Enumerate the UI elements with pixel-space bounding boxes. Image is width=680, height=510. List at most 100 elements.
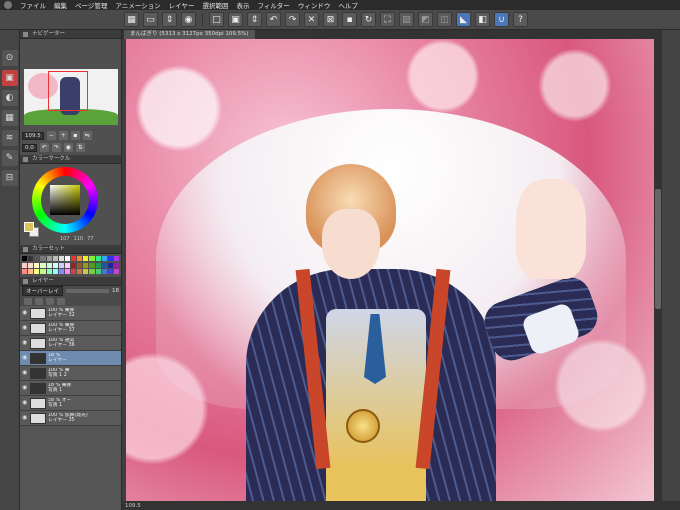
brush-tool-icon[interactable]: ✎	[1, 150, 18, 166]
opacity-slider[interactable]	[65, 289, 109, 293]
document-tab[interactable]: まんばぎり (5313 x 3127px 350dpi 109.5%)	[124, 30, 255, 39]
color-swatch[interactable]	[71, 256, 77, 261]
rotate-icon[interactable]: ↻	[361, 12, 376, 27]
mask-icon[interactable]	[57, 297, 65, 305]
layer-row[interactable]: ◉ 100 % 乗算 レイヤー 32	[20, 306, 121, 321]
zoom-value[interactable]: 109.5	[22, 131, 44, 140]
color-swatch[interactable]	[58, 269, 64, 275]
redo-icon[interactable]: ↷	[285, 12, 300, 27]
color-swatch[interactable]	[46, 256, 52, 261]
view-frame[interactable]	[48, 71, 88, 111]
swap-icon[interactable]: ⇕	[247, 12, 262, 27]
color-swatch[interactable]	[28, 269, 34, 275]
clip-icon[interactable]	[24, 297, 32, 305]
menu-filter[interactable]: フィルター	[257, 0, 289, 10]
menu-help[interactable]: ヘルプ	[338, 0, 358, 10]
color-swatch[interactable]	[101, 262, 107, 268]
color-swatch[interactable]	[40, 269, 46, 275]
artwork-canvas[interactable]	[126, 39, 654, 501]
menu-window[interactable]: ウィンドウ	[298, 0, 331, 10]
color-swatch[interactable]	[107, 269, 113, 275]
status-zoom[interactable]: 109.5	[125, 503, 141, 509]
color-swatch[interactable]	[22, 269, 28, 275]
foreground-color-swatch[interactable]	[24, 222, 34, 232]
layer-tool-icon[interactable]: ▦	[1, 110, 18, 126]
flip-v-icon[interactable]: ⇅	[75, 143, 85, 152]
canvas-icon[interactable]: □	[209, 12, 224, 27]
scrollbar-thumb[interactable]	[655, 189, 661, 309]
color-swatch[interactable]	[46, 262, 52, 268]
zoom-in-icon[interactable]: +	[58, 131, 68, 140]
color-swatch[interactable]	[83, 269, 89, 275]
color-swatch[interactable]	[58, 262, 64, 268]
color-swatch[interactable]	[34, 256, 40, 261]
color-swatch[interactable]	[22, 262, 28, 268]
selection-icon[interactable]: ◫	[437, 12, 452, 27]
eye-icon[interactable]: ◉	[22, 310, 28, 316]
color-swatch[interactable]	[83, 256, 89, 261]
color-swatch[interactable]	[34, 262, 40, 268]
brightness-value[interactable]: 77	[87, 236, 93, 242]
saturation-square[interactable]	[50, 185, 80, 215]
zoom-out-icon[interactable]: −	[46, 131, 56, 140]
flip-h-icon[interactable]: ⇋	[82, 131, 92, 140]
app-icon[interactable]	[4, 1, 12, 9]
eye-icon[interactable]: ◉	[22, 325, 28, 331]
magnet-icon[interactable]: ∪	[494, 12, 509, 27]
color-swatch[interactable]	[95, 262, 101, 268]
color-swatch[interactable]	[46, 269, 52, 275]
reset-rotate-icon[interactable]: ◉	[63, 143, 73, 152]
undo-icon[interactable]: ↶	[266, 12, 281, 27]
move-tool-icon[interactable]: ▣	[1, 70, 18, 86]
delete-outside-icon[interactable]: ⊠	[323, 12, 338, 27]
saturation-value[interactable]: 110	[74, 236, 84, 242]
color-swatch[interactable]	[107, 256, 113, 261]
layer-row[interactable]: ◉ 100 % 乗写真 1 2	[20, 366, 121, 381]
fill-icon[interactable]: ▪	[342, 12, 357, 27]
color-swatch[interactable]	[40, 256, 46, 261]
color-swatch[interactable]	[113, 262, 119, 268]
layer-row[interactable]: ◉ 100 % 乗算 レイヤー 37	[20, 321, 121, 336]
help-icon[interactable]: ?	[513, 12, 528, 27]
menu-edit[interactable]: 編集	[54, 0, 67, 10]
clear-icon[interactable]: ✕	[304, 12, 319, 27]
flip-icon[interactable]: ◧	[475, 12, 490, 27]
rotate-left-icon[interactable]: ↶	[39, 143, 49, 152]
color-swatch[interactable]	[58, 256, 64, 261]
color-swatch[interactable]	[40, 262, 46, 268]
menu-page[interactable]: ページ管理	[75, 0, 107, 10]
color-tool-icon[interactable]: ◐	[1, 90, 18, 106]
color-swatch[interactable]	[107, 262, 113, 268]
color-swatch[interactable]	[89, 269, 95, 275]
layer-row[interactable]: ◉ 18 % レイヤー	[20, 351, 121, 366]
color-swatch[interactable]	[77, 256, 83, 261]
menu-layer[interactable]: レイヤー	[169, 0, 195, 10]
transform-icon[interactable]: ⛶	[380, 12, 395, 27]
snap-icon[interactable]: ◣	[456, 12, 471, 27]
color-swatch[interactable]	[89, 262, 95, 268]
color-swatch[interactable]	[28, 262, 34, 268]
color-swatch[interactable]	[71, 269, 77, 275]
color-swatch[interactable]	[101, 256, 107, 261]
eye-icon[interactable]: ◉	[22, 385, 28, 391]
layer-row[interactable]: ◉ 100 % 通常 レイヤー 36	[20, 336, 121, 351]
hue-wheel[interactable]	[32, 167, 98, 233]
save-icon[interactable]: ◉	[181, 12, 196, 27]
hue-value[interactable]: 107	[60, 236, 70, 242]
layer-row[interactable]: ◉ 18 % 乗算 写真 1	[20, 381, 121, 396]
stack-tool-icon[interactable]: ≋	[1, 130, 18, 146]
vertical-scrollbar[interactable]	[654, 39, 662, 501]
navigator-preview[interactable]	[24, 69, 118, 125]
deselect-icon[interactable]: ▨	[399, 12, 414, 27]
rotate-right-icon[interactable]: ↷	[51, 143, 61, 152]
ruler-tool-icon[interactable]: ⊟	[1, 170, 18, 186]
color-swatch[interactable]	[52, 262, 58, 268]
eye-icon[interactable]: ◉	[22, 370, 28, 376]
new-file-icon[interactable]: ▭	[143, 12, 158, 27]
color-swatch[interactable]	[52, 269, 58, 275]
menu-selection[interactable]: 選択範囲	[202, 0, 228, 10]
fit-icon[interactable]: ▪	[70, 131, 80, 140]
color-swatch[interactable]	[113, 269, 119, 275]
color-swatch[interactable]	[64, 256, 70, 261]
layer-row[interactable]: ◉ 58 % オー 写真 1	[20, 396, 121, 411]
